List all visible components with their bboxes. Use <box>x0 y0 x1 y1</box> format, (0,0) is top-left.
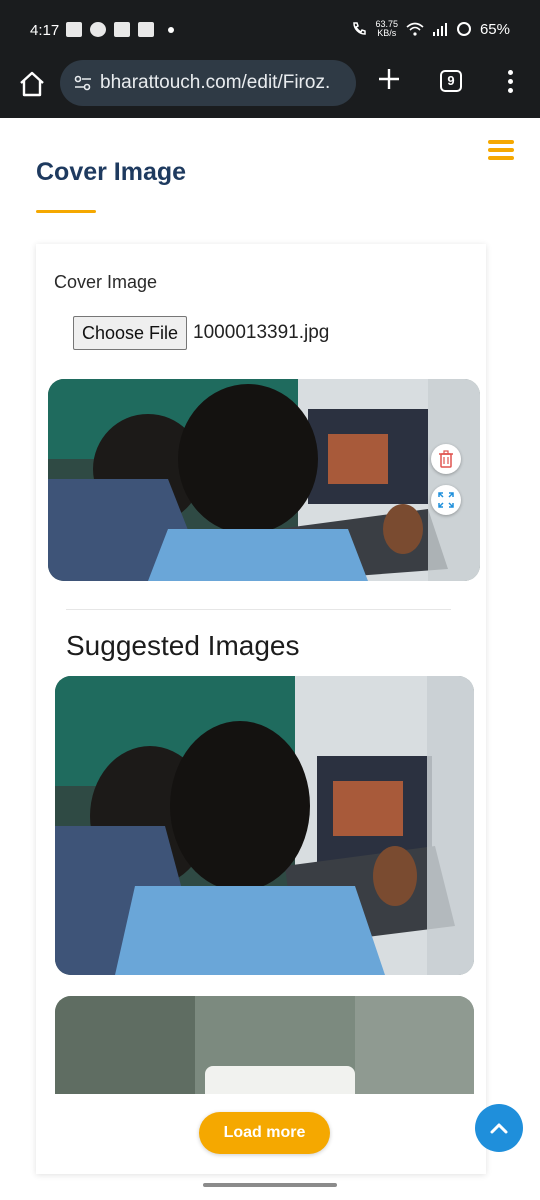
more-notifications-icon <box>168 26 174 33</box>
tab-count: 9 <box>447 73 455 88</box>
system-icons: 63.75 KB/s 65% <box>351 20 510 38</box>
suggested-image[interactable] <box>55 676 474 975</box>
app-icon <box>90 22 106 37</box>
address-bar[interactable]: bharattouch.com/edit/Firoz. <box>60 60 356 106</box>
suggested-images-title: Suggested Images <box>66 630 300 661</box>
net-speed-unit: KB/s <box>377 28 397 38</box>
expand-icon <box>438 492 454 508</box>
browser-toolbar: bharattouch.com/edit/Firoz. 9 <box>0 60 540 118</box>
delete-image-button[interactable] <box>431 444 461 474</box>
news-icon <box>114 22 130 37</box>
cover-image-label: Cover Image <box>54 272 158 292</box>
title-underline <box>36 210 96 213</box>
battery-level: 65% <box>479 20 510 38</box>
gallery-icon <box>138 22 154 37</box>
more-vert-icon[interactable] <box>502 68 518 96</box>
call-icon <box>353 22 367 35</box>
notification-icons <box>66 22 174 37</box>
home-icon[interactable] <box>16 68 48 100</box>
teams-icon <box>66 22 82 37</box>
scroll-to-top-button[interactable] <box>475 1104 523 1152</box>
page-title: Cover Image <box>36 158 187 186</box>
choose-file-button[interactable]: Choose File <box>73 316 188 350</box>
trash-icon <box>439 450 453 468</box>
status-bar: 4:17 63.75 KB/s 65% <box>0 0 540 60</box>
net-speed: 63.75 KB/s <box>375 20 398 38</box>
status-time: 4:17 <box>30 22 60 39</box>
load-more-button[interactable]: Load more <box>199 1112 330 1154</box>
cover-photo-image <box>48 379 480 581</box>
battery-ring-icon <box>456 22 471 36</box>
hamburger-menu-icon[interactable] <box>488 140 514 162</box>
expand-image-button[interactable] <box>431 485 461 515</box>
chevron-up-icon <box>490 1123 508 1134</box>
plus-icon <box>379 69 399 89</box>
web-page: Cover Image Cover Image Choose File 1000… <box>0 118 540 1200</box>
suggested-photo-image <box>55 676 474 975</box>
new-tab-button[interactable] <box>376 66 402 92</box>
cover-image-preview <box>48 379 480 581</box>
section-divider <box>66 609 451 610</box>
signal-icon <box>432 23 447 36</box>
selected-file-name: 1000013391.jpg <box>193 322 330 343</box>
gesture-navigation-bar[interactable] <box>203 1183 337 1187</box>
cover-image-card: Cover Image Choose File 1000013391.jpg S… <box>36 244 486 1174</box>
tab-switcher-button[interactable]: 9 <box>440 70 462 92</box>
tune-icon[interactable] <box>74 74 92 92</box>
file-input[interactable]: Choose File 1000013391.jpg <box>73 316 329 350</box>
url-text: bharattouch.com/edit/Firoz. <box>100 72 331 93</box>
wifi-icon <box>406 22 424 36</box>
